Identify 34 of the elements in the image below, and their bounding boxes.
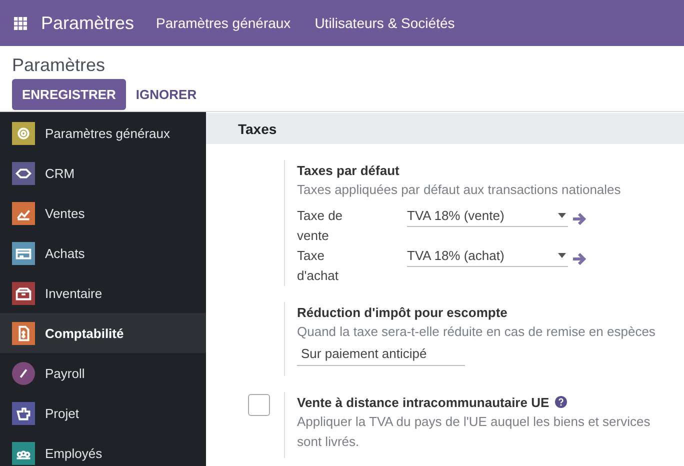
sidebar-item[interactable]: Inventaire [0,273,206,313]
caret-icon [558,253,566,258]
setting-title: Taxes par défaut [297,162,400,178]
section-header: Taxes [206,113,684,144]
sidebar-item[interactable]: CRM [0,153,206,193]
breadcrumb-title: Paramètres [12,54,106,76]
app-title[interactable]: Paramètres [41,12,134,34]
discard-button[interactable]: IGNORER [126,79,207,110]
setting-description: Appliquer la TVA du pays de l'UE auquel les biens et services sont livrés. [297,413,652,451]
sidebar-item[interactable]: Employés [0,433,206,466]
setting-title: Réduction d'impôt pour escompte [297,304,508,320]
field-label: Taxe de vente [297,207,344,245]
sidebar-item[interactable]: Projet [0,393,206,433]
sidebar-item[interactable]: Ventes [0,193,206,233]
arrow-right-icon[interactable] [571,251,587,267]
tax-select-field[interactable]: TVA 18% (achat) [407,246,568,267]
discount-select-field[interactable]: Sur paiement anticipé [297,344,465,366]
arrow-right-icon[interactable] [571,211,587,227]
caret-icon [558,213,566,218]
setting-description: Quand la taxe sera-t-elle réduite en cas de remise en espèces [297,323,656,341]
sidebar-item[interactable]: Achats [0,233,206,273]
sidebar-item[interactable]: Comptabilité [0,313,206,353]
save-button[interactable]: ENREGISTRER [12,79,126,110]
setting-title: Vente à distance intracommunautaire UE [297,394,550,410]
field-label: Taxe d'achat [297,247,340,285]
sidebar-item[interactable]: Payroll [0,353,206,393]
setting-description: Taxes appliquées par défaut aux transactions nationales [297,181,622,199]
navbar-menu-item[interactable]: Utilisateurs & Sociétés [314,15,455,31]
apps-grid-icon[interactable] [14,16,27,30]
tax-select-field[interactable]: TVA 18% (vente) [407,206,568,227]
checkbox[interactable] [248,394,270,416]
navbar-menu-item[interactable]: Paramètres généraux [156,15,291,31]
help-icon[interactable] [555,396,568,408]
sidebar-item[interactable]: Paramètres généraux [0,113,206,153]
